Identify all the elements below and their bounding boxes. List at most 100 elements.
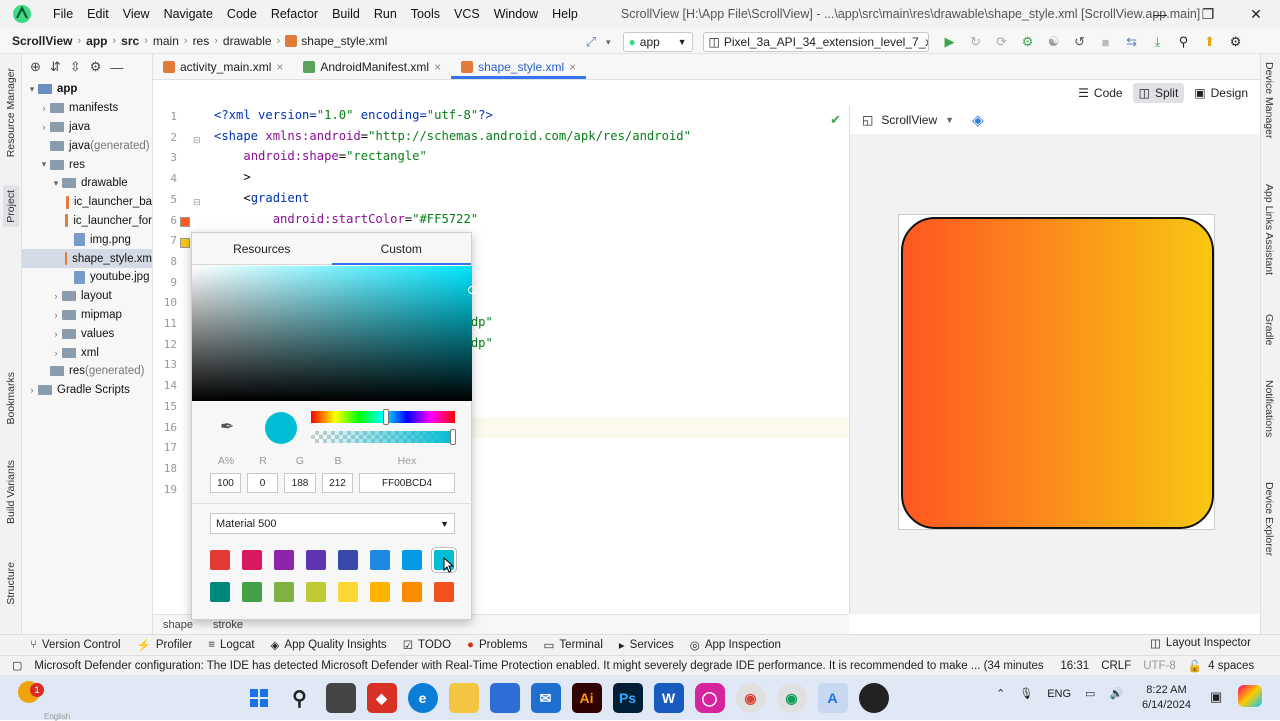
copilot-icon[interactable] <box>1238 685 1262 707</box>
search-icon[interactable]: ⚲ <box>285 683 315 713</box>
notifications-tab[interactable]: Notifications <box>1263 380 1275 437</box>
tree-item[interactable]: › java <box>22 118 152 137</box>
chevron-icon[interactable]: › <box>50 329 62 339</box>
update-icon[interactable]: ⬆ <box>1199 31 1221 53</box>
tree-item[interactable]: shape_style.xm <box>22 249 152 268</box>
collapse-all-icon[interactable]: ⇳ <box>70 59 81 75</box>
expand-all-icon[interactable]: ⇵ <box>50 59 61 75</box>
microphone-icon[interactable]: 🎙 <box>1019 687 1033 700</box>
layers-icon[interactable]: ◈ <box>972 111 984 129</box>
eyedropper-icon[interactable]: ✒ <box>220 417 234 437</box>
chrome-profile-icon[interactable]: ◉ <box>776 683 807 713</box>
chevron-icon[interactable]: › <box>38 122 50 132</box>
menu-refactor[interactable]: Refactor <box>264 7 325 21</box>
mail-icon[interactable]: ✉ <box>530 683 561 713</box>
menu-view[interactable]: View <box>116 7 157 21</box>
color-swatch[interactable] <box>210 550 230 570</box>
color-swatch[interactable] <box>210 582 230 602</box>
blue-field[interactable]: 212 <box>322 473 353 493</box>
notification-center-icon[interactable]: ▣ <box>1210 689 1222 705</box>
chevron-icon[interactable]: › <box>50 291 62 301</box>
task-view-icon[interactable] <box>325 683 356 713</box>
chrome-icon[interactable]: ◉ <box>735 683 766 713</box>
chevron-icon[interactable]: › <box>50 310 62 320</box>
hammer-icon[interactable]: ⤢ <box>580 31 602 53</box>
tool-window-terminal[interactable]: ▭ Terminal <box>544 638 603 652</box>
tree-item[interactable]: res (generated) <box>22 362 152 381</box>
gradle-tab[interactable]: Gradle <box>1263 314 1275 346</box>
color-swatch[interactable] <box>338 550 358 570</box>
tool-window-version-control[interactable]: ⑂ Version Control <box>30 639 121 651</box>
editor-tab[interactable]: activity_main.xml × <box>153 54 293 79</box>
color-swatch[interactable] <box>338 582 358 602</box>
tool-window-logcat[interactable]: ≡ Logcat <box>208 639 254 651</box>
tree-item[interactable]: ▾ res <box>22 155 152 174</box>
tab-resources[interactable]: Resources <box>192 233 332 264</box>
hue-slider-thumb[interactable] <box>382 409 389 425</box>
tree-item[interactable]: ic_launcher_for <box>22 212 152 231</box>
tree-item[interactable]: › Gradle Scripts <box>22 381 152 400</box>
color-cursor[interactable] <box>468 286 476 294</box>
alpha-slider[interactable] <box>311 429 456 445</box>
tree-item[interactable]: › manifests <box>22 99 152 118</box>
rerun-icon[interactable]: ↻ <box>965 31 987 53</box>
status-message[interactable]: Microsoft Defender configuration: The ID… <box>34 660 1044 672</box>
android-studio-taskbar-icon[interactable]: A <box>817 683 848 713</box>
color-swatch[interactable] <box>434 582 454 602</box>
volume-icon[interactable]: 🔊 <box>1109 687 1123 700</box>
code-line[interactable]: android:startColor="#FF5722" <box>214 212 478 226</box>
tool-window-services[interactable]: ▸ Services <box>619 638 674 652</box>
menu-code[interactable]: Code <box>220 7 264 21</box>
breadcrumb-item[interactable]: shape_style.xml <box>301 34 387 48</box>
module-selector[interactable]: ● app ▼ <box>622 32 693 52</box>
close-tab-icon[interactable]: × <box>569 60 576 74</box>
clock[interactable]: 8:22 AM 6/14/2024 <box>1142 683 1191 713</box>
chevron-icon[interactable]: › <box>50 348 62 358</box>
tree-item[interactable]: › layout <box>22 287 152 306</box>
tree-item[interactable]: › xml <box>22 343 152 362</box>
fold-icon[interactable]: ⊟ <box>193 197 201 208</box>
tree-item[interactable]: java (generated) <box>22 136 152 155</box>
tool-window-app-quality-insights[interactable]: ◈ App Quality Insights <box>271 638 387 652</box>
color-swatch[interactable] <box>306 550 326 570</box>
minimize-icon[interactable]: — <box>1136 0 1184 28</box>
settings-icon[interactable]: ⚙ <box>1225 31 1247 53</box>
device-selector[interactable]: ◫Pixel_3a_API_34_extension_level_7_x86▼ <box>702 32 929 52</box>
color-swatch[interactable] <box>242 550 262 570</box>
code-line[interactable]: > <box>214 170 250 184</box>
network-icon[interactable]: ▭ <box>1085 687 1095 700</box>
preview-title[interactable]: ScrollView <box>881 113 937 127</box>
menu-navigate[interactable]: Navigate <box>157 7 220 21</box>
word-icon[interactable]: W <box>653 683 684 713</box>
hide-icon[interactable]: — <box>110 60 123 75</box>
chevron-icon[interactable]: ▾ <box>50 178 62 189</box>
gear-icon[interactable]: ⚙ <box>90 59 102 75</box>
search-icon[interactable]: ⚲ <box>1173 31 1195 53</box>
menu-edit[interactable]: Edit <box>80 7 116 21</box>
chevron-icon[interactable]: ▾ <box>26 84 38 95</box>
tree-item[interactable]: ic_launcher_ba <box>22 193 152 212</box>
profile-icon[interactable]: ☯ <box>1043 31 1065 53</box>
illustrator-icon[interactable]: Ai <box>571 683 602 713</box>
menu-file[interactable]: File <box>46 7 80 21</box>
indent-setting[interactable]: 4 spaces <box>1208 660 1254 672</box>
color-gutter-swatch[interactable] <box>180 238 190 248</box>
tree-item[interactable]: ▾ drawable <box>22 174 152 193</box>
palette-dropdown[interactable]: Material 500 ▼ <box>210 513 455 534</box>
status-icon[interactable]: ▢ <box>12 659 22 672</box>
locate-icon[interactable]: ⊕ <box>30 59 41 75</box>
stop-icon[interactable]: ■ <box>1095 31 1117 53</box>
code-line[interactable]: android:shape="rectangle" <box>214 149 426 163</box>
line-separator[interactable]: CRLF <box>1101 660 1131 672</box>
close-icon[interactable]: ✕ <box>1232 0 1280 28</box>
apply-changes-icon[interactable]: ⟳ <box>991 31 1013 53</box>
sync-icon[interactable]: ⇆ <box>1121 31 1143 53</box>
close-tab-icon[interactable]: × <box>434 60 441 74</box>
code-line[interactable]: <?xml version="1.0" encoding="utf-8"?> <box>214 108 493 122</box>
menu-build[interactable]: Build <box>325 7 367 21</box>
breadcrumb-item[interactable]: src <box>121 34 139 48</box>
tool-window-app-inspection[interactable]: ◎ App Inspection <box>690 638 781 652</box>
menu-run[interactable]: Run <box>367 7 404 21</box>
menu-window[interactable]: Window <box>487 7 545 21</box>
breadcrumb-item[interactable]: drawable <box>223 34 272 48</box>
